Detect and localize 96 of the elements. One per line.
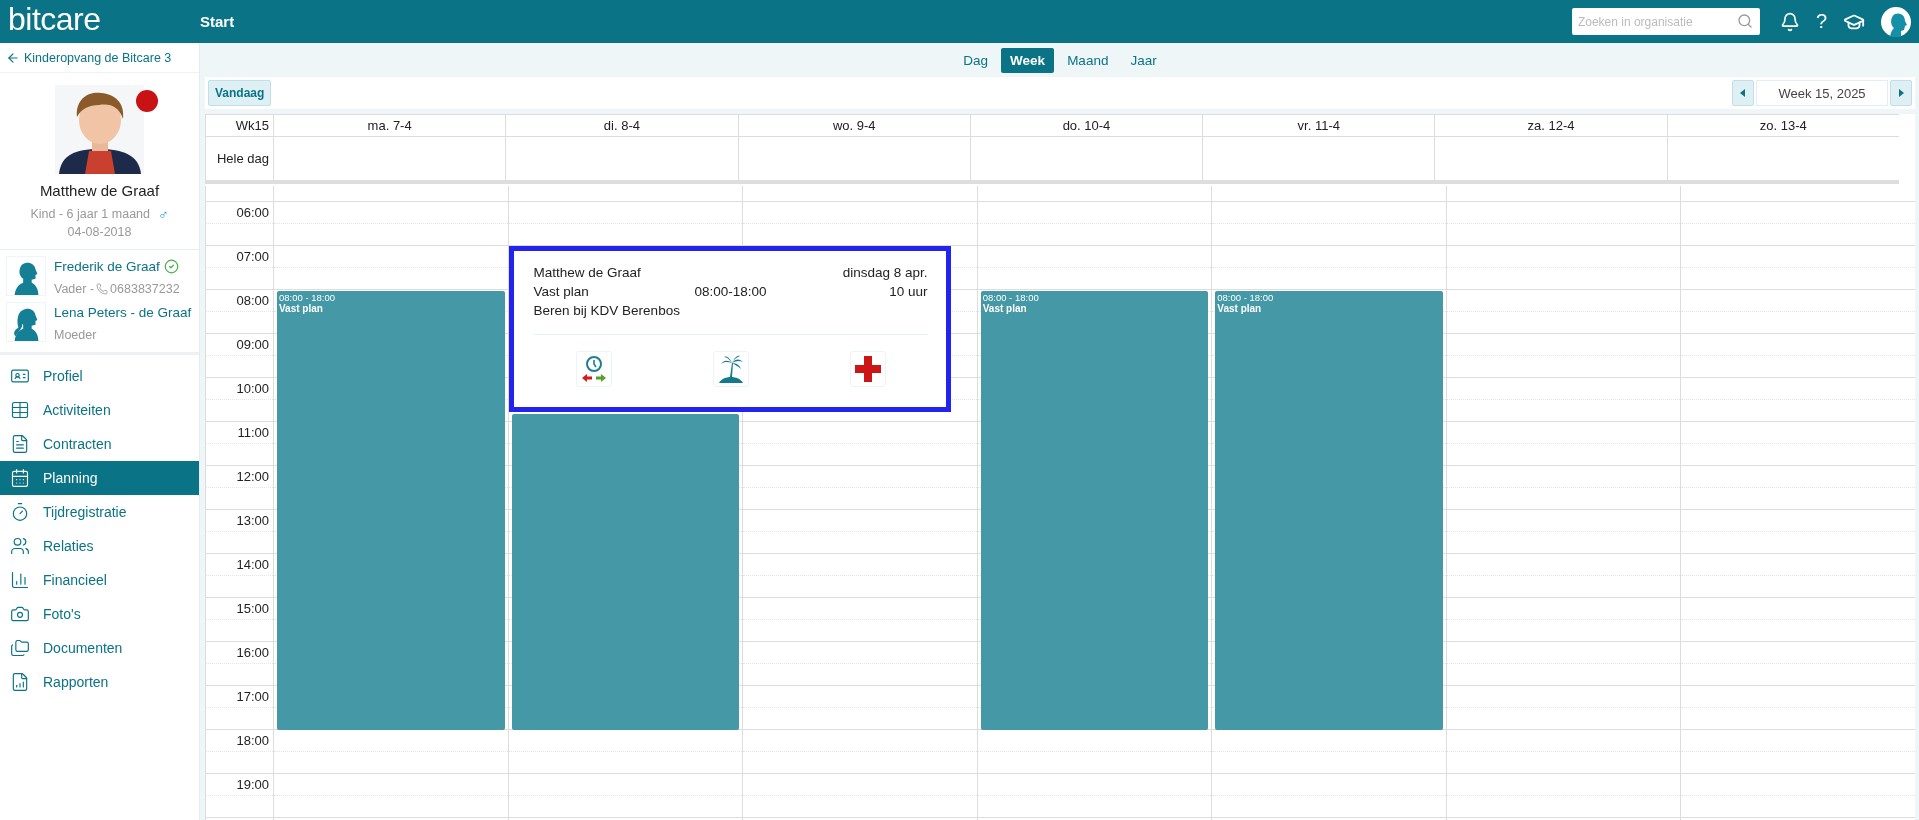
hour-label: 10:00 <box>236 381 269 396</box>
previous-button[interactable] <box>1732 80 1754 106</box>
day-header: vr. 11-4 <box>1202 115 1435 137</box>
week-number: Wk15 <box>205 115 273 137</box>
person-silhouette-icon <box>6 302 46 342</box>
view-tab[interactable]: Dag <box>954 48 998 73</box>
hour-label: 19:00 <box>236 777 269 792</box>
event-label: Vast plan <box>1217 303 1262 314</box>
birth-date: 04-08-2018 <box>67 225 132 239</box>
palm-island-icon <box>716 354 745 384</box>
notifications-icon[interactable] <box>1779 11 1800 32</box>
event-time: 08:00 - 18:00 <box>1217 292 1274 303</box>
today-button[interactable]: Vandaag <box>208 80 272 106</box>
back-arrow-icon <box>6 50 20 65</box>
planning-event[interactable]: 08:00 - 18:00 Vast plan <box>277 291 505 730</box>
folders-icon <box>10 638 30 658</box>
day-header: di. 8-4 <box>505 115 738 137</box>
day-header: ma. 7-4 <box>273 115 506 137</box>
relation-name[interactable]: Frederik de Graaf <box>54 256 180 277</box>
view-tab[interactable]: Week <box>1001 48 1055 73</box>
phone-number: 0683837232 <box>110 282 180 296</box>
view-tab[interactable]: Maand <box>1058 48 1118 73</box>
child-description: Kind - 6 jaar 1 maand <box>30 207 150 221</box>
camera-icon <box>10 604 30 624</box>
event-label: Vast plan <box>279 303 323 314</box>
logo[interactable]: bitcare <box>8 1 200 38</box>
person-silhouette-icon <box>6 256 46 296</box>
bar-chart-icon <box>10 570 30 590</box>
sidebar-item[interactable]: Financieel <box>0 563 199 597</box>
hour-label: 17:00 <box>236 689 269 704</box>
relation-role: Vader - <box>54 282 95 296</box>
popup-duration: 10 uur <box>888 283 928 301</box>
hour-label: 11:00 <box>237 425 269 440</box>
document-icon <box>10 434 30 454</box>
relation-role: Moeder <box>54 328 97 342</box>
caret-right-icon <box>1898 89 1904 97</box>
sick-button[interactable] <box>849 351 886 387</box>
popup-group: Beren bij KDV Berenbos <box>533 301 680 320</box>
child-name: Matthew de Graaf <box>39 182 160 199</box>
sidebar-item[interactable]: Foto's <box>0 597 199 631</box>
help-button[interactable]: ? <box>1815 10 1827 33</box>
planning-event[interactable]: 08:00 - 18:00 Vast plan <box>1215 291 1443 730</box>
view-tab[interactable]: Jaar <box>1121 48 1166 73</box>
hour-label: 07:00 <box>236 249 269 264</box>
sidebar-item[interactable]: Contracten <box>0 427 199 461</box>
day-header: do. 10-4 <box>969 115 1203 137</box>
calendar-icon <box>10 468 30 488</box>
hour-label: 18:00 <box>236 733 269 748</box>
medical-cross-icon <box>853 355 882 383</box>
event-time: 08:00 - 18:00 <box>982 292 1039 303</box>
gender-symbol: ♂ <box>158 206 169 222</box>
hour-label: 09:00 <box>236 337 269 352</box>
next-button[interactable] <box>1890 80 1912 106</box>
day-header: wo. 9-4 <box>737 115 970 137</box>
planning-event[interactable]: 08:00 - 18:00 Vast plan <box>980 291 1209 730</box>
verified-icon <box>163 259 179 274</box>
day-header: za. 12-4 <box>1434 115 1667 137</box>
popup-date: dinsdag 8 apr. <box>841 264 928 282</box>
event-time: 08:00 - 18:00 <box>279 292 335 303</box>
sidebar-item[interactable]: Documenten <box>0 631 199 665</box>
relation-name[interactable]: Lena Peters - de Graaf <box>54 302 192 323</box>
popup-time: 08:00-18:00 <box>693 283 768 301</box>
search-field[interactable]: Zoeken in organisatie <box>1571 8 1760 35</box>
sidebar-item[interactable]: Relaties <box>0 529 199 563</box>
hour-label: 15:00 <box>236 601 269 616</box>
period-label: Week 15, 2025 <box>1756 80 1888 106</box>
swap-time-button[interactable] <box>575 351 612 387</box>
people-icon <box>10 536 30 556</box>
back-link[interactable]: Kinderopvang de Bitcare 3 <box>0 43 199 73</box>
caret-left-icon <box>1740 89 1746 97</box>
holiday-button[interactable] <box>712 351 749 387</box>
hour-label: 16:00 <box>236 645 269 660</box>
report-icon <box>10 672 30 692</box>
hour-label: 13:00 <box>236 513 269 528</box>
page-title: Start <box>200 13 236 30</box>
clock-arrows-icon <box>580 355 607 383</box>
stopwatch-icon <box>10 502 30 522</box>
popup-plan: Vast plan <box>533 283 590 301</box>
sidebar-item[interactable]: Rapporten <box>0 665 199 699</box>
sidebar-item[interactable]: Profiel <box>0 359 199 393</box>
sidebar-item[interactable]: Activiteiten <box>0 393 199 427</box>
hour-label: 08:00 <box>236 293 269 308</box>
hour-label: 14:00 <box>236 557 269 572</box>
user-avatar[interactable] <box>1881 6 1911 37</box>
hour-label: 12:00 <box>236 469 269 484</box>
sidebar-item[interactable]: Planning <box>0 461 199 495</box>
day-header: zo. 13-4 <box>1666 115 1899 137</box>
hour-label: 06:00 <box>236 205 269 220</box>
phone-icon <box>96 283 109 295</box>
table-icon <box>10 400 30 420</box>
popup-name: Matthew de Graaf <box>533 264 642 282</box>
event-label: Vast plan <box>982 303 1027 314</box>
sidebar-item[interactable]: Tijdregistratie <box>0 495 199 529</box>
search-icon[interactable] <box>1736 13 1753 29</box>
status-dot <box>136 90 158 112</box>
all-day-label: Hele dag <box>205 137 273 181</box>
